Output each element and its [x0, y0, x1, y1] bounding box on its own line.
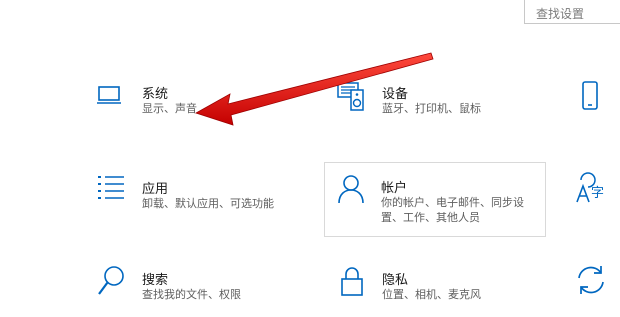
language-icon: 字 [576, 172, 604, 203]
tile-description: 蓝牙、打印机、鼠标 [382, 102, 481, 115]
tile-devices[interactable]: 设备 蓝牙、打印机、鼠标 [330, 72, 550, 142]
magnifier-icon [98, 266, 124, 295]
tile-description: 卸载、默认应用、可选功能 [142, 197, 274, 210]
laptop-icon [97, 86, 121, 104]
tile-phone[interactable] [570, 72, 620, 142]
tile-search[interactable]: 搜索 查找我的文件、权限 [90, 257, 310, 317]
search-placeholder: 查找设置 [536, 7, 585, 21]
svg-text:字: 字 [591, 186, 604, 201]
tile-description: 显示、声音 [142, 102, 197, 115]
tile-apps[interactable]: 应用 卸载、默认应用、可选功能 [90, 162, 310, 237]
person-icon [338, 175, 364, 204]
tile-language[interactable]: 字 [570, 162, 620, 237]
tile-description-line-2: 置、工作、其他人员 [381, 211, 480, 224]
tile-system[interactable]: 系统 显示、声音 [90, 72, 310, 142]
list-icon [98, 176, 124, 199]
tile-accounts[interactable]: 帐户 你的帐户、电子邮件、同步设 置、工作、其他人员 [324, 162, 546, 237]
tile-description: 位置、相机、麦克风 [382, 288, 481, 301]
tile-privacy[interactable]: 隐私 位置、相机、麦克风 [330, 257, 550, 317]
keyboard-speaker-icon [337, 82, 364, 111]
sync-icon [578, 266, 604, 294]
search-settings-input[interactable]: 查找设置 [524, 0, 620, 24]
tile-update[interactable] [570, 257, 620, 309]
phone-icon [582, 81, 598, 110]
tile-description: 查找我的文件、权限 [142, 288, 241, 301]
lock-icon [341, 267, 363, 296]
